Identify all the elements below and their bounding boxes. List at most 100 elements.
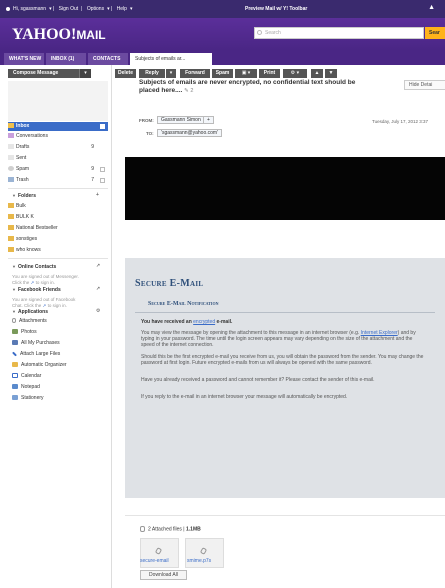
hide-details-button[interactable]: Hide Detai: [404, 80, 445, 90]
folder-icon: [8, 225, 14, 231]
reply-paragraph: If you reply to the e-mail in an interne…: [141, 394, 348, 400]
organizer-icon: [12, 362, 18, 368]
spam-button[interactable]: Spam: [212, 69, 233, 78]
drafts-count: 9: [91, 144, 94, 150]
collapse-icon: ▼: [12, 287, 16, 292]
sender-chip[interactable]: Gassmann Simon: [157, 116, 205, 124]
spam-count: 9: [91, 166, 94, 172]
toolbar-promo-link[interactable]: Preview Mail w/ Y! Toolbar: [245, 6, 307, 12]
sidebar-item-inbox[interactable]: Inbox: [8, 122, 108, 131]
sidebar-item-conversations[interactable]: Conversations: [8, 132, 108, 141]
options-menu[interactable]: Options: [87, 6, 104, 12]
next-message-icon[interactable]: ▼: [325, 69, 337, 78]
move-folder-icon[interactable]: ▣ ▾: [235, 69, 257, 78]
app-attachments[interactable]: Attachments: [12, 317, 47, 325]
previous-message-icon[interactable]: ▲: [311, 69, 323, 78]
message-subject: Subjects of emails are never encrypted, …: [139, 79, 356, 94]
empty-spam-icon[interactable]: [100, 167, 105, 172]
paperclip-icon: [12, 318, 16, 324]
folder-icon: [8, 214, 14, 220]
facebook-friends-header[interactable]: ▼ Facebook Friends: [12, 287, 61, 293]
trash-count: 7: [91, 177, 94, 183]
facebook-signin-icon[interactable]: ↗: [43, 303, 47, 308]
add-contact-icon[interactable]: +: [203, 116, 214, 124]
tab-contacts[interactable]: CONTACTS: [88, 53, 128, 65]
trash-icon: [8, 177, 14, 183]
app-stationery[interactable]: Stationery: [12, 394, 44, 402]
facebook-note: You are signed out of Facebook Chat. Cli…: [12, 297, 76, 308]
recipient-chip[interactable]: 'sgassmann@yahoo.com': [157, 129, 223, 137]
password-paragraph: Should this be the first encrypted e-mai…: [141, 354, 424, 366]
tab-inbox[interactable]: INBOX (1): [46, 53, 86, 65]
app-attach-large-files[interactable]: Attach Large Files: [12, 350, 60, 358]
notepad-icon: [12, 384, 18, 390]
message-banner-image: [125, 157, 445, 220]
encrypted-link[interactable]: encrypted: [193, 319, 215, 325]
sent-icon: [8, 155, 14, 161]
paperclip-icon: [140, 526, 145, 532]
inbox-icon: [8, 123, 14, 129]
notification-icon[interactable]: ▲: [428, 4, 435, 11]
instructions-paragraph: You may view the message by opening the …: [141, 330, 416, 348]
sidebar-item-bulk[interactable]: Bulk: [8, 202, 108, 211]
forgot-password-paragraph: Have you already received a password and…: [141, 377, 375, 383]
sidebar-item-sonstiges[interactable]: sonstiges: [8, 235, 108, 244]
greeting[interactable]: Hi, sgassmann: [13, 6, 46, 12]
app-photos[interactable]: Photos: [12, 328, 37, 336]
drafts-icon: [8, 144, 14, 150]
messenger-signin-icon[interactable]: ↗: [31, 280, 35, 285]
app-automatic-organizer[interactable]: Automatic Organizer: [12, 361, 67, 369]
help-menu[interactable]: Help: [117, 6, 127, 12]
search-button[interactable]: Sear: [425, 27, 445, 39]
facebook-signin-icon[interactable]: ↗: [96, 286, 100, 292]
user-menu: Hi, sgassmann ▾ | Sign Out | Options ▾ | He…: [6, 6, 135, 12]
messenger-signin-icon[interactable]: ↗: [96, 263, 100, 269]
refresh-icon[interactable]: [100, 124, 105, 129]
folders-header[interactable]: ▼ Folders: [12, 193, 36, 199]
sidebar-ad-slot: [8, 81, 108, 121]
messenger-note: You are signed out of Messenger. Click t…: [12, 274, 79, 285]
sidebar-item-sent[interactable]: Sent: [8, 154, 108, 163]
collapse-icon: ▼: [12, 309, 16, 314]
applications-header[interactable]: ▼ Applications: [12, 309, 48, 315]
sign-out-link[interactable]: Sign Out: [59, 6, 78, 12]
reply-button[interactable]: Reply: [139, 69, 165, 78]
actions-gear-icon[interactable]: ⚙ ▾: [283, 69, 307, 78]
download-all-button[interactable]: Download All: [140, 570, 187, 580]
sidebar-item-trash[interactable]: Trash 7: [8, 176, 108, 185]
search-input[interactable]: Search: [254, 27, 424, 39]
app-calendar[interactable]: Calendar: [12, 372, 41, 380]
from-label: FROM:: [139, 118, 154, 123]
divider: [135, 312, 435, 313]
user-status-icon: [6, 6, 10, 11]
reply-dropdown-icon[interactable]: ▾: [166, 69, 176, 78]
received-notice: You have received an encrypted e-mail.: [141, 319, 233, 325]
spam-icon: [8, 166, 14, 172]
tab-open-message[interactable]: Subjects of emails ar...: [130, 53, 212, 65]
yahoo-mail-logo[interactable]: YAHOO!MAIL: [12, 26, 106, 44]
sidebar-item-who-knows[interactable]: who knows: [8, 246, 108, 255]
sidebar-item-spam[interactable]: Spam 9: [8, 165, 108, 174]
message-date: Tuesday, July 17, 2012 3:37: [372, 119, 429, 124]
attachment-name[interactable]: smime.p7s: [187, 558, 211, 564]
applications-settings-icon[interactable]: ⚙: [96, 308, 100, 314]
online-contacts-header[interactable]: ▼ Online Contacts: [12, 264, 56, 270]
tab-whats-new[interactable]: WHAT'S NEW: [4, 53, 44, 65]
collapse-icon: ▼: [12, 264, 16, 269]
sidebar-item-bulk-k[interactable]: BULK K: [8, 213, 108, 222]
sidebar-item-drafts[interactable]: Drafts 9: [8, 143, 108, 152]
sidebar-item-national-bestseller[interactable]: National Bestseller: [8, 224, 108, 233]
app-notepad[interactable]: Notepad: [12, 383, 40, 391]
forward-button[interactable]: Forward: [180, 69, 210, 78]
delete-button[interactable]: Delete: [115, 69, 136, 78]
attachment-name[interactable]: secure-email: [140, 558, 169, 564]
add-folder-icon[interactable]: +: [96, 192, 99, 198]
app-all-my-purchases[interactable]: All My Purchases: [12, 339, 60, 347]
empty-trash-icon[interactable]: [100, 178, 105, 183]
utility-bar: Hi, sgassmann ▾ | Sign Out | Options ▾ | He…: [0, 0, 445, 18]
compose-dropdown-icon[interactable]: ▾: [79, 69, 91, 78]
search-icon: [257, 30, 262, 35]
folder-icon: [8, 236, 14, 242]
print-button[interactable]: Print: [259, 69, 280, 78]
calendar-icon: [12, 373, 18, 379]
